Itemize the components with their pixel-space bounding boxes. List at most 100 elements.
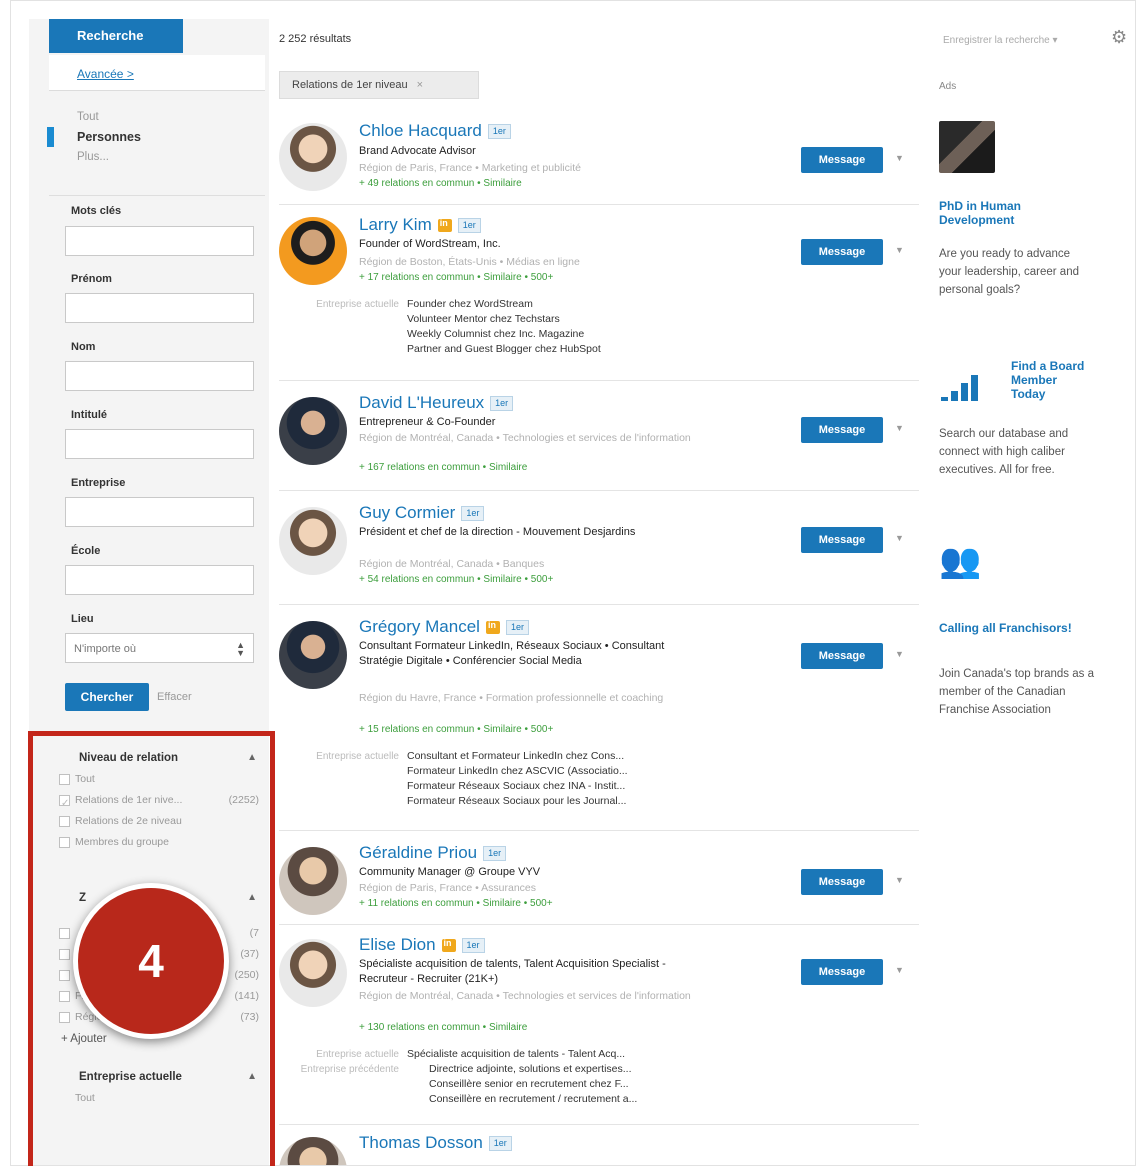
- advanced-search-link[interactable]: Avancée >: [49, 55, 265, 91]
- divider: [49, 195, 265, 196]
- avatar[interactable]: [279, 123, 347, 191]
- chevron-down-icon[interactable]: ▼: [895, 245, 904, 255]
- common-connections[interactable]: + 130 relations en commun • Similaire: [359, 1021, 527, 1035]
- premium-icon: [485, 620, 500, 635]
- ad-body: Join Canada's top brands as a member of …: [939, 668, 1094, 716]
- school-input[interactable]: [65, 565, 254, 595]
- profile-name-link[interactable]: Géraldine Priou 1er: [359, 843, 507, 863]
- ad-title[interactable]: Calling all Franchisors!: [939, 621, 1079, 635]
- profile-name-link[interactable]: David L'Heureux 1er: [359, 393, 514, 413]
- search-tab[interactable]: Recherche: [49, 19, 183, 53]
- message-button[interactable]: Message: [801, 147, 883, 173]
- avatar[interactable]: [279, 397, 347, 465]
- common-connections[interactable]: + 49 relations en commun • Similaire: [359, 177, 522, 191]
- message-button[interactable]: Message: [801, 869, 883, 895]
- profile-name-link[interactable]: Larry Kim1er: [359, 215, 481, 235]
- keywords-input[interactable]: [65, 226, 254, 256]
- ad-image[interactable]: [939, 121, 995, 173]
- gear-icon[interactable]: ⚙: [1111, 27, 1127, 48]
- search-button[interactable]: Chercher: [65, 683, 149, 711]
- company-label: Entreprise: [71, 477, 126, 489]
- degree-badge: 1er: [457, 218, 481, 234]
- chevron-down-icon[interactable]: ▼: [895, 153, 904, 163]
- profile-name-link[interactable]: Grégory Mancel1er: [359, 617, 529, 637]
- step-number-badge: 4: [73, 883, 229, 1039]
- location-industry: Région du Havre, France • Formation prof…: [359, 692, 664, 704]
- message-button[interactable]: Message: [801, 417, 883, 443]
- chevron-down-icon[interactable]: ▼: [895, 965, 904, 975]
- result-item: Chloe Hacquard 1er Brand Advocate Advisor…: [279, 109, 919, 205]
- title-label: Intitulé: [71, 409, 108, 421]
- result-item: Larry Kim1er Founder of WordStream, Inc.…: [279, 205, 919, 381]
- close-icon[interactable]: ×: [417, 79, 423, 91]
- scope-all[interactable]: Tout: [29, 107, 265, 127]
- position-line: Consultant et Formateur LinkedIn chez Co…: [407, 750, 625, 762]
- chevron-down-icon[interactable]: ▼: [895, 533, 904, 543]
- avatar[interactable]: [279, 939, 347, 1007]
- profile-name-link[interactable]: Guy Cormier 1er: [359, 503, 485, 523]
- profile-name-link[interactable]: Chloe Hacquard 1er: [359, 121, 511, 141]
- result-item: Géraldine Priou 1er Community Manager @ G…: [279, 831, 919, 925]
- position-line: Founder chez WordStream: [407, 298, 533, 310]
- profile-name-link[interactable]: Elise Dion1er: [359, 935, 485, 955]
- degree-badge: 1er: [461, 938, 485, 954]
- title-input[interactable]: [65, 429, 254, 459]
- common-connections[interactable]: + 54 relations en commun • Similaire • 5…: [359, 573, 553, 587]
- position-line: Directrice adjointe, solutions et expert…: [429, 1063, 632, 1075]
- location-industry: Région de Montréal, Canada • Banques: [359, 558, 545, 570]
- location-industry: Région de Montréal, Canada • Technologie…: [359, 432, 691, 444]
- message-button[interactable]: Message: [801, 527, 883, 553]
- headline: Consultant Formateur LinkedIn, Réseaux S…: [359, 640, 665, 667]
- clear-link[interactable]: Effacer: [157, 691, 192, 703]
- chevron-down-icon[interactable]: ▼: [895, 649, 904, 659]
- positions: Spécialiste acquisition de talents - Tal…: [407, 1047, 707, 1107]
- results-count: 2 252 résultats: [279, 33, 352, 45]
- company-input[interactable]: [65, 497, 254, 527]
- chevron-down-icon[interactable]: ▼: [895, 875, 904, 885]
- ad-title[interactable]: Find a Board Member Today: [1011, 359, 1091, 401]
- avatar[interactable]: [279, 217, 347, 285]
- ad-title[interactable]: PhD in Human Development: [939, 199, 1079, 227]
- position-line: Formateur Réseaux Sociaux pour les Journ…: [407, 795, 627, 807]
- chip-label: Relations de 1er niveau: [292, 79, 408, 91]
- degree-badge: 1er: [505, 620, 529, 636]
- save-search-link[interactable]: Enregistrer la recherche ▾: [943, 35, 1058, 46]
- result-item: David L'Heureux 1er Entrepreneur & Co-Fou…: [279, 381, 919, 491]
- common-connections[interactable]: + 167 relations en commun • Similaire: [359, 461, 527, 475]
- result-item: Grégory Mancel1er Consultant Formateur L…: [279, 605, 919, 831]
- results-list: Chloe Hacquard 1er Brand Advocate Advisor…: [279, 109, 919, 1165]
- degree-badge: 1er: [490, 396, 514, 412]
- avatar[interactable]: [279, 1137, 347, 1165]
- position-line: Volunteer Mentor chez Techstars: [407, 313, 560, 325]
- firstname-input[interactable]: [65, 293, 254, 323]
- premium-icon: [441, 938, 456, 953]
- message-button[interactable]: Message: [801, 959, 883, 985]
- lastname-input[interactable]: [65, 361, 254, 391]
- chevron-down-icon[interactable]: ▼: [895, 423, 904, 433]
- ads-label: Ads: [939, 81, 957, 92]
- avatar[interactable]: [279, 621, 347, 689]
- location-select[interactable]: N'importe où ▲ ▼: [65, 633, 254, 663]
- position-line: Conseillère senior en recrutement chez F…: [429, 1078, 629, 1090]
- result-item: Guy Cormier 1er Président et chef de la d…: [279, 491, 919, 605]
- premium-icon: [437, 218, 452, 233]
- scope-more[interactable]: Plus...: [29, 147, 265, 167]
- common-connections[interactable]: + 15 relations en commun • Similaire • 5…: [359, 723, 553, 737]
- message-button[interactable]: Message: [801, 239, 883, 265]
- avatar[interactable]: [279, 507, 347, 575]
- right-rail: Enregistrer la recherche ▾ ⚙ Ads PhD in …: [929, 1, 1135, 1165]
- common-connections[interactable]: + 17 relations en commun • Similaire • 5…: [359, 271, 553, 285]
- common-connections[interactable]: + 11 relations en commun • Similaire • 5…: [359, 897, 553, 911]
- headline: Brand Advocate Advisor: [359, 145, 476, 157]
- active-filter-chip[interactable]: Relations de 1er niveau ×: [279, 71, 479, 99]
- profile-name-link[interactable]: Thomas Dosson 1er: [359, 1133, 512, 1153]
- current-positions: Founder chez WordStream Volunteer Mentor…: [407, 297, 707, 357]
- bar-chart-icon[interactable]: [941, 369, 997, 401]
- people-group-icon[interactable]: 👥: [939, 541, 981, 581]
- message-button[interactable]: Message: [801, 643, 883, 669]
- extra-section-label: Entreprise actuelle: [316, 1049, 399, 1060]
- location-select-value: N'importe où: [74, 643, 137, 655]
- avatar[interactable]: [279, 847, 347, 915]
- scope-people[interactable]: Personnes: [29, 127, 265, 147]
- position-line: Formateur LinkedIn chez ASCVIC (Associat…: [407, 765, 628, 777]
